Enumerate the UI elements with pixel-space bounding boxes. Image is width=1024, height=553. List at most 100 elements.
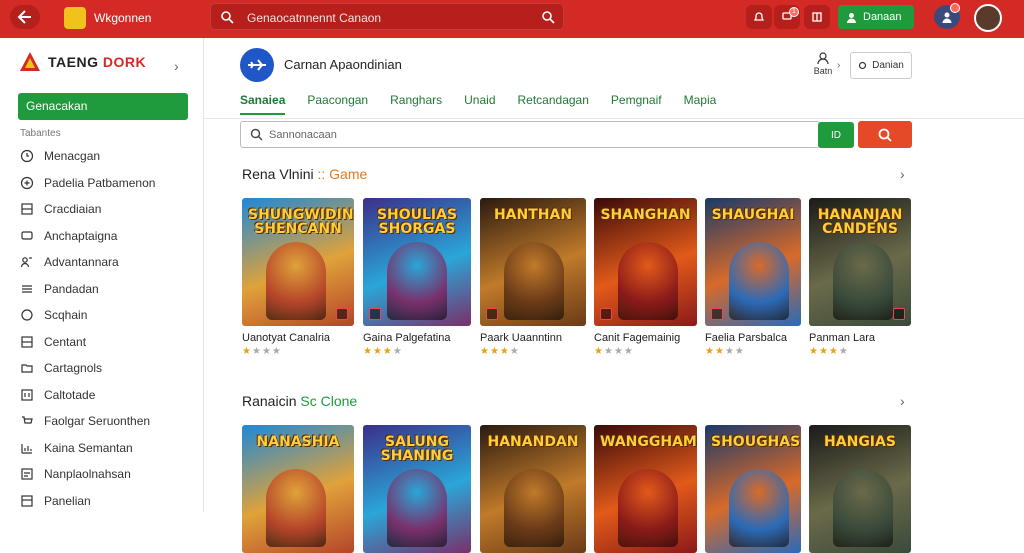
tab[interactable]: Paacongan — [307, 93, 368, 115]
game-character — [504, 469, 564, 547]
sidebar-item-label: Scqhain — [44, 308, 88, 322]
search-input[interactable]: Sannonacaan — [240, 121, 820, 148]
game-artwork[interactable]: SHAUGHAI — [705, 198, 801, 326]
chevron-right-icon[interactable]: › — [900, 393, 905, 409]
star-rating: ★★★★ — [594, 346, 634, 357]
game-artwork[interactable]: WANGGHAMANX — [594, 425, 697, 553]
sidebar-item[interactable]: Kaina Semantan — [20, 438, 133, 458]
profile-button[interactable] — [934, 3, 960, 29]
game-artwork[interactable]: NANASHIA — [242, 425, 354, 553]
users-icon — [20, 255, 34, 269]
user-menu[interactable]: Batn — [810, 52, 836, 76]
game-title[interactable]: Canit Fagemainig — [594, 332, 697, 344]
bell-icon — [753, 12, 765, 21]
game-art-title: HANANJAN CANDENS — [817, 207, 903, 237]
sign-in-button[interactable]: Danaan — [838, 5, 914, 29]
game-card[interactable]: SHANGHAN Canit Fagemainig ★★★★ — [594, 198, 697, 357]
messages-button[interactable]: 1 — [774, 5, 800, 29]
game-card[interactable]: SHAUGHAI Faelia Parsbalca ★★★★ — [705, 198, 801, 357]
game-card[interactable]: SHUNGWIDIN SHENCANN Uanotyat Canalria ★★★★ — [242, 198, 354, 357]
game-card[interactable]: SHOULIAS SHORGAS Gaina Palgefatina ★★★★ — [363, 198, 471, 357]
game-art-title: NANASHIA — [256, 434, 340, 450]
notifications-button[interactable] — [746, 5, 772, 29]
sidebar-item[interactable]: Advantannara — [20, 252, 119, 272]
game-card[interactable]: HANANJAN CANDENS Panman Lara ★★★★ — [809, 198, 911, 357]
game-card[interactable]: HANANDAN — [480, 425, 586, 553]
app-name: Wkgonnen — [94, 11, 152, 25]
folder-icon — [20, 361, 34, 375]
sidebar-item[interactable]: Centant — [20, 332, 86, 352]
tab[interactable]: Sanaiea — [240, 93, 286, 115]
game-art-title: SALUNG SHANING — [380, 434, 454, 464]
game-artwork[interactable]: HANANDAN — [480, 425, 586, 553]
sidebar-item[interactable]: Anchaptaigna — [20, 226, 117, 246]
game-artwork[interactable]: HANGIAS — [809, 425, 911, 553]
game-artwork[interactable]: HANANJAN CANDENS — [809, 198, 911, 326]
game-card[interactable]: HANTHAN Paark Uaanntinn ★★★★ — [480, 198, 586, 357]
game-artwork[interactable]: SHANGHAN — [594, 198, 697, 326]
header-action-button[interactable]: Danian — [850, 52, 912, 79]
sidebar-item[interactable]: Cracdiaian — [20, 199, 101, 219]
tab[interactable]: Retcandagan — [518, 93, 589, 115]
game-artwork[interactable]: SALUNG SHANING — [363, 425, 471, 553]
search-icon[interactable] — [541, 10, 555, 24]
chevron-right-icon[interactable]: › — [837, 60, 840, 71]
sidebar: TAENG DORK › Genacakan Tabantes Menacgan… — [0, 38, 204, 512]
game-art-title: HANTHAN — [493, 207, 573, 223]
section-title: Ranaicin Sc Clone — [242, 393, 358, 409]
game-card[interactable]: SHOUGHAS — [705, 425, 801, 553]
game-title[interactable]: Panman Lara — [809, 332, 911, 344]
user-icon — [817, 52, 829, 65]
app-logo-icon[interactable] — [64, 7, 86, 29]
game-artwork[interactable]: SHUNGWIDIN SHENCANN — [242, 198, 354, 326]
game-character — [618, 469, 678, 547]
back-button[interactable] — [10, 5, 40, 29]
game-art-title: SHOULIAS SHORGAS — [376, 207, 458, 237]
sidebar-item[interactable]: Faolgar Seruonthen — [20, 411, 150, 431]
window-button[interactable] — [804, 5, 830, 29]
tab-bar: Sanaiea Paacongan Ranghars Unaid Retcandagan… — [240, 93, 738, 115]
game-artwork[interactable]: SHOUGHAS — [705, 425, 801, 553]
top-search-input[interactable]: Genaocatnnennt Canaon — [210, 3, 564, 30]
game-title[interactable]: Faelia Parsbalca — [705, 332, 801, 344]
sidebar-item-label: Kaina Semantan — [44, 440, 133, 455]
sidebar-item[interactable]: Caltotade — [20, 385, 95, 405]
sidebar-item[interactable]: Nanplaolnahsan — [20, 464, 131, 484]
game-card[interactable]: WANGGHAMANX — [594, 425, 697, 553]
avatar[interactable] — [974, 4, 1002, 32]
platform-badge-icon — [600, 308, 612, 320]
sidebar-collapse-icon[interactable]: › — [174, 58, 179, 74]
game-title[interactable]: Gaina Palgefatina — [363, 332, 471, 344]
sidebar-item[interactable]: Panelian — [20, 491, 91, 511]
search-button[interactable] — [858, 121, 912, 148]
game-title[interactable]: Uanotyat Canalria — [242, 332, 354, 344]
game-title[interactable]: Paark Uaanntinn — [480, 332, 586, 344]
sidebar-item[interactable]: Padelia Patbamenon — [20, 173, 155, 193]
sidebar-item-label: Caltotade — [44, 387, 96, 402]
refresh-icon — [20, 308, 34, 322]
game-artwork[interactable]: HANTHAN — [480, 198, 586, 326]
sidebar-brand[interactable]: TAENG DORK — [18, 50, 146, 74]
sidebar-item[interactable]: Cartagnols — [20, 358, 102, 378]
tab[interactable]: Mapia — [684, 93, 717, 115]
tab[interactable]: Ranghars — [390, 93, 442, 115]
cart-icon — [20, 414, 34, 428]
sidebar-item-active[interactable]: Genacakan — [18, 93, 188, 120]
game-card[interactable]: NANASHIA — [242, 425, 354, 553]
tab[interactable]: Pemgnaif — [611, 93, 662, 115]
grid-icon — [20, 335, 34, 349]
tab[interactable]: Unaid — [464, 93, 495, 115]
window-icon — [812, 12, 822, 22]
filter-button[interactable]: ID — [818, 122, 854, 148]
header-action-label: Danian — [872, 60, 904, 71]
user-icon — [847, 12, 856, 23]
sidebar-item[interactable]: Scqhain — [20, 305, 87, 325]
notification-count-badge: 1 — [789, 7, 799, 17]
game-card[interactable]: SALUNG SHANING — [363, 425, 471, 553]
sidebar-item[interactable]: Pandadan — [20, 279, 99, 299]
sidebar-item[interactable]: Menacgan — [20, 146, 100, 166]
game-card[interactable]: HANGIAS — [809, 425, 911, 553]
chevron-right-icon[interactable]: › — [900, 166, 905, 182]
sidebar-section-label: Tabantes — [20, 128, 61, 139]
game-artwork[interactable]: SHOULIAS SHORGAS — [363, 198, 471, 326]
